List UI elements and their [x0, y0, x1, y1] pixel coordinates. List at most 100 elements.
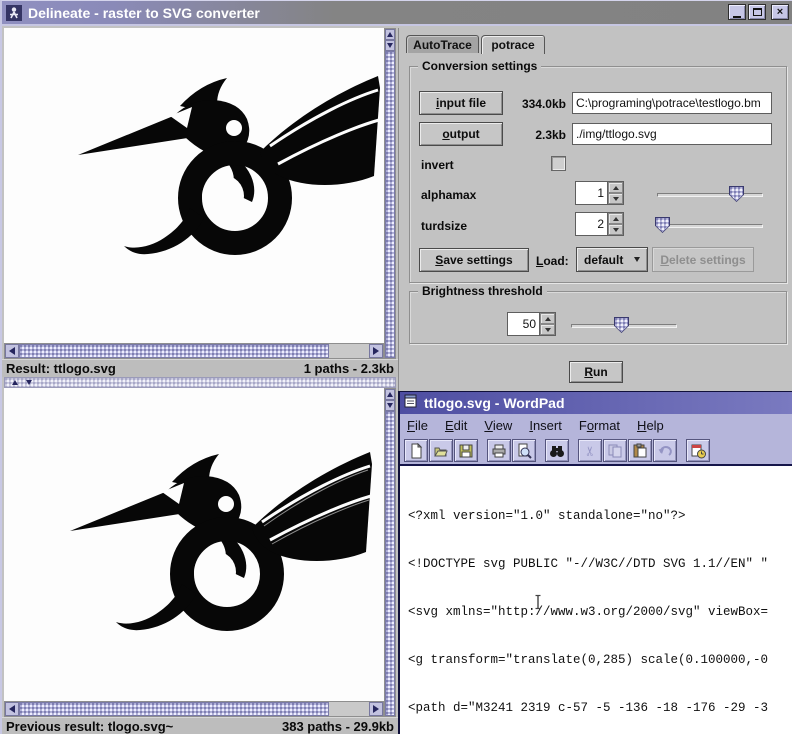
- load-selected-value: default: [584, 253, 623, 267]
- arrow-up-icon: [613, 217, 619, 221]
- alphamax-slider-track[interactable]: [657, 193, 763, 197]
- wordpad-window: ttlogo.svg - WordPad File Edit View Inse…: [398, 391, 792, 734]
- input-path-field[interactable]: C:\programing\potrace\testlogo.bm: [572, 92, 772, 114]
- arrow-down-icon: [387, 43, 393, 48]
- scroll-left-button[interactable]: [5, 702, 19, 716]
- arrow-down-icon: [387, 403, 393, 408]
- cut-scissors-icon: ✂: [582, 445, 598, 456]
- save-floppy-icon: [458, 443, 474, 459]
- print-preview-icon: [516, 443, 532, 459]
- spin-down-button[interactable]: [608, 224, 623, 235]
- open-folder-icon: [433, 443, 449, 459]
- undo-button[interactable]: [653, 439, 677, 462]
- undo-arrow-icon: [657, 443, 673, 459]
- turdsize-value[interactable]: 2: [576, 213, 607, 235]
- delineate-window: Delineate - raster to SVG converter ×: [0, 0, 792, 734]
- output-button[interactable]: output: [419, 122, 503, 146]
- collapse-down-button[interactable]: [26, 380, 32, 385]
- new-document-button[interactable]: [404, 439, 428, 462]
- load-settings-dropdown[interactable]: default: [576, 247, 648, 272]
- window-title: Delineate - raster to SVG converter: [28, 5, 260, 21]
- brightness-value[interactable]: 50: [508, 313, 539, 335]
- find-button[interactable]: [545, 439, 569, 462]
- save-settings-button[interactable]: Save settings: [419, 248, 529, 272]
- arrow-down-icon: [613, 197, 619, 201]
- run-button[interactable]: Run: [569, 361, 623, 383]
- result-horizontal-scrollbar[interactable]: [4, 343, 384, 359]
- scroll-right-button[interactable]: [369, 344, 383, 358]
- menu-edit[interactable]: Edit: [445, 418, 467, 433]
- close-button[interactable]: ×: [771, 4, 789, 20]
- menu-view[interactable]: View: [484, 418, 512, 433]
- input-size-label: 334.0kb: [508, 97, 566, 111]
- invert-checkbox[interactable]: [551, 156, 566, 171]
- scroll-thumb[interactable]: [385, 411, 395, 716]
- spin-down-button[interactable]: [608, 193, 623, 204]
- cut-button[interactable]: ✂: [578, 439, 602, 462]
- menu-file[interactable]: File: [407, 418, 428, 433]
- result-paths-size: 1 paths - 2.3kb: [304, 361, 394, 376]
- maximize-button[interactable]: [748, 4, 766, 20]
- scroll-right-button[interactable]: [369, 702, 383, 716]
- scroll-down-button[interactable]: [385, 40, 395, 51]
- print-preview-button[interactable]: [512, 439, 536, 462]
- scroll-left-button[interactable]: [5, 344, 19, 358]
- print-button[interactable]: [487, 439, 511, 462]
- tab-autotrace[interactable]: AutoTrace: [406, 35, 479, 53]
- menu-help[interactable]: Help: [637, 418, 664, 433]
- menu-insert[interactable]: Insert: [529, 418, 562, 433]
- copy-button[interactable]: [603, 439, 627, 462]
- code-line: <!DOCTYPE svg PUBLIC "-//W3C//DTD SVG 1.…: [408, 556, 792, 572]
- minimize-button[interactable]: [728, 4, 746, 20]
- scroll-thumb[interactable]: [385, 51, 395, 358]
- brightness-threshold-title: Brightness threshold: [418, 284, 547, 298]
- previous-vertical-scrollbar[interactable]: [384, 388, 396, 717]
- copy-icon: [607, 443, 623, 459]
- tab-potrace[interactable]: potrace: [481, 35, 545, 54]
- turdsize-slider-track[interactable]: [657, 224, 763, 228]
- result-filename: Result: ttlogo.svg: [6, 361, 116, 376]
- previous-statusbar: Previous result: tlogo.svg~ 383 paths - …: [2, 717, 398, 734]
- output-path-field[interactable]: ./img/ttlogo.svg: [572, 123, 772, 145]
- spin-up-button[interactable]: [540, 313, 555, 324]
- spin-up-button[interactable]: [608, 213, 623, 224]
- previous-horizontal-scrollbar[interactable]: [4, 701, 384, 717]
- spin-down-button[interactable]: [540, 324, 555, 335]
- spin-up-button[interactable]: [608, 182, 623, 193]
- paste-button[interactable]: [628, 439, 652, 462]
- date-time-button[interactable]: [686, 439, 710, 462]
- scroll-thumb[interactable]: [19, 702, 329, 716]
- delineate-app-icon: [6, 5, 22, 21]
- turdsize-label: turdsize: [421, 219, 467, 233]
- alphamax-value[interactable]: 1: [576, 182, 607, 204]
- result-preview-pane: [4, 28, 384, 343]
- scroll-thumb[interactable]: [19, 344, 329, 358]
- wordpad-menubar: File Edit View Insert Format Help: [400, 414, 792, 437]
- conversion-settings-title: Conversion settings: [418, 59, 541, 73]
- code-line: <path d="M3241 2319 c-57 -5 -136 -18 -17…: [408, 700, 792, 716]
- previous-paths-size: 383 paths - 29.9kb: [282, 719, 394, 734]
- scroll-up-button[interactable]: [385, 29, 395, 40]
- chevron-down-icon: [634, 257, 640, 262]
- open-button[interactable]: [429, 439, 453, 462]
- turdsize-spinner[interactable]: 2: [575, 212, 624, 236]
- arrow-right-icon: [373, 705, 379, 713]
- menu-format[interactable]: Format: [579, 418, 620, 433]
- alphamax-label: alphamax: [421, 188, 476, 202]
- save-button[interactable]: [454, 439, 478, 462]
- collapse-up-button[interactable]: [12, 380, 18, 385]
- split-pane-divider[interactable]: [4, 377, 396, 388]
- maximize-icon: [753, 8, 762, 16]
- wordpad-text-area[interactable]: <?xml version="1.0" standalone="no"?> <!…: [400, 466, 792, 734]
- delete-settings-button[interactable]: Delete settings: [652, 247, 754, 272]
- arrow-down-icon: [545, 328, 551, 332]
- previous-result-preview-pane: [4, 388, 384, 701]
- scroll-down-button[interactable]: [385, 400, 395, 411]
- scroll-up-button[interactable]: [385, 389, 395, 400]
- text-cursor-ibeam: [473, 578, 483, 594]
- input-file-button[interactable]: input file: [419, 91, 503, 115]
- brightness-spinner[interactable]: 50: [507, 312, 556, 336]
- new-document-icon: [408, 443, 424, 459]
- alphamax-spinner[interactable]: 1: [575, 181, 624, 205]
- result-vertical-scrollbar[interactable]: [384, 28, 396, 359]
